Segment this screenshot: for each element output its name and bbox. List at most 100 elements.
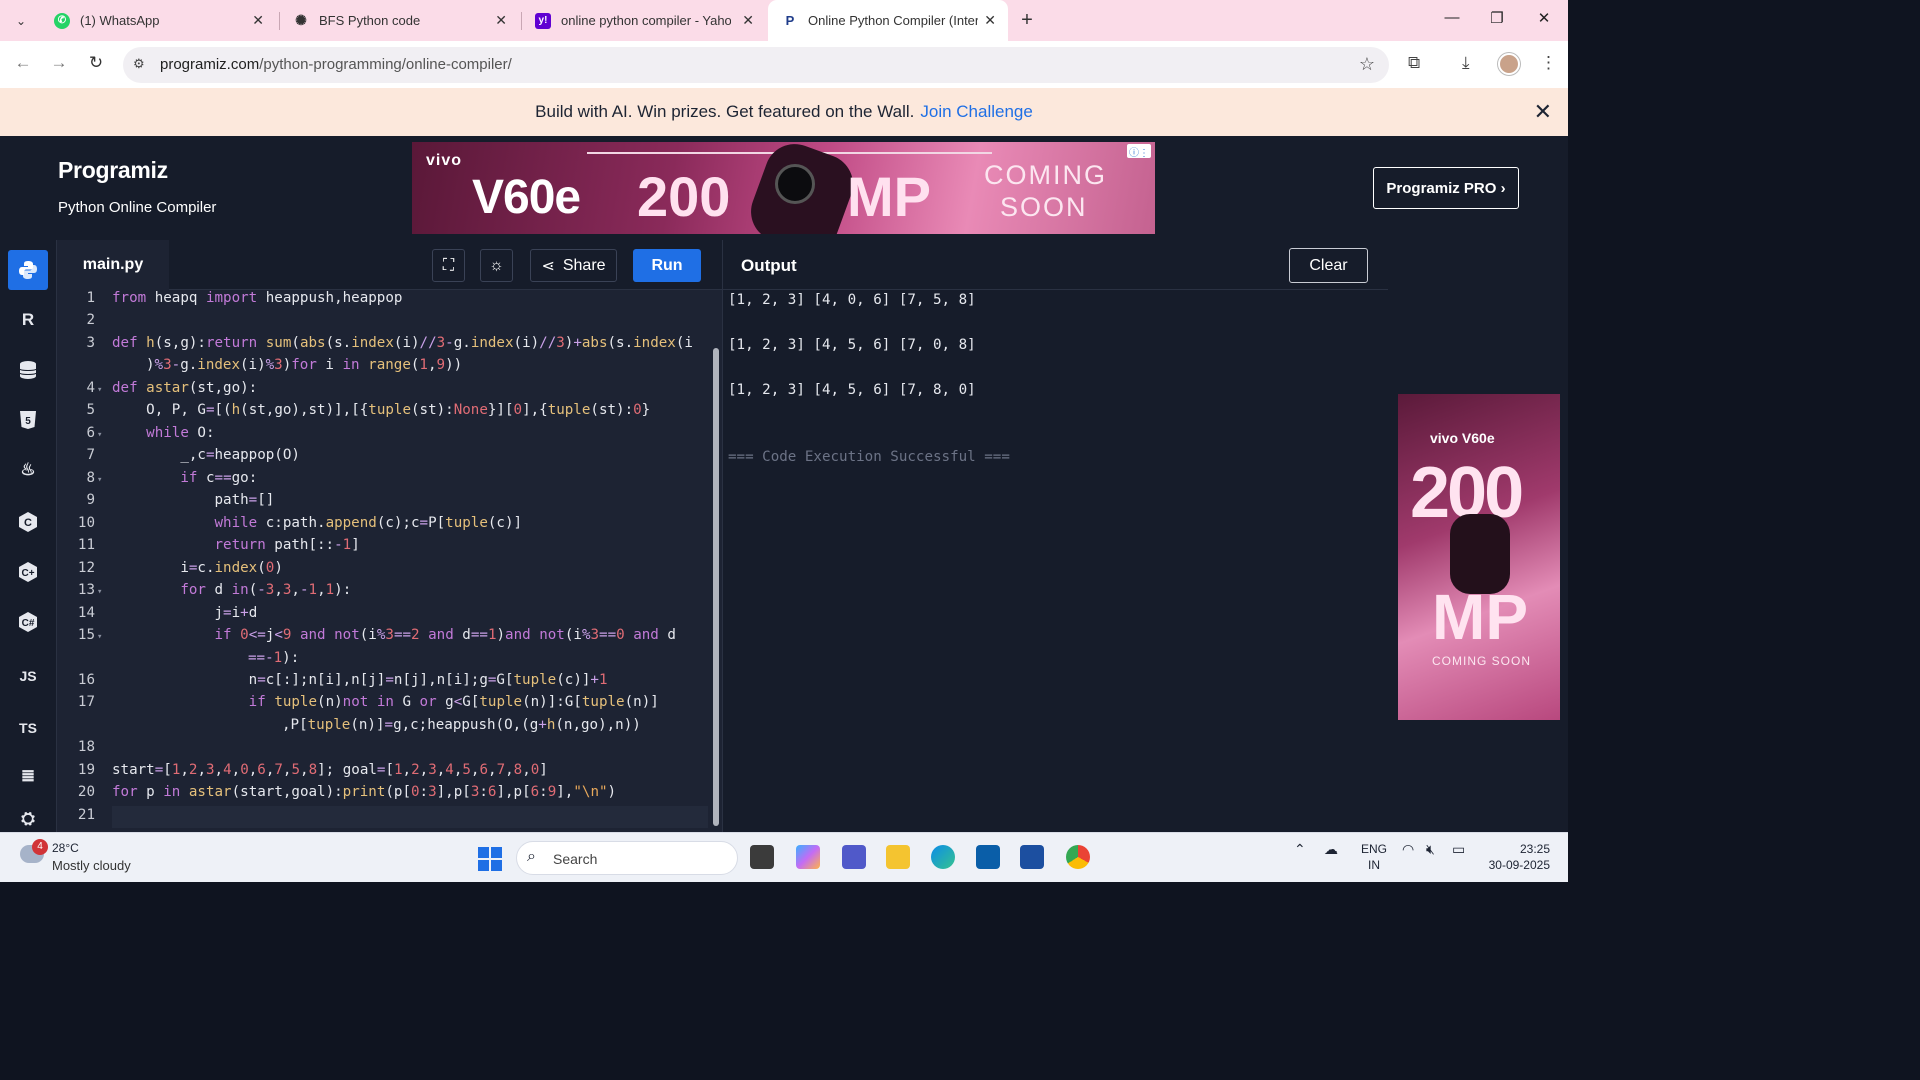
advertisement-banner[interactable]: vivo V60e 200 MP COMING SOON ⓘ⋮	[412, 142, 1155, 234]
svg-text:C: C	[24, 517, 32, 529]
close-tab-icon[interactable]: ✕	[252, 12, 264, 29]
windows-start-icon[interactable]	[478, 847, 502, 871]
r-language-icon[interactable]: R	[8, 300, 48, 340]
tab-whatsapp[interactable]: ✆ (1) WhatsApp ✕	[40, 0, 276, 41]
restore-window-icon[interactable]: ❐	[1485, 9, 1509, 27]
output-line: [1, 2, 3] [4, 5, 6] [7, 8, 0]	[728, 382, 976, 398]
fold-marker-icon[interactable]: ▾	[97, 430, 102, 440]
ad-brand: vivo V60e	[1430, 430, 1495, 446]
share-button[interactable]: ⋖ Share	[530, 249, 617, 282]
tab-label: BFS Python code	[319, 13, 421, 28]
volume-muted-icon[interactable]: 🔇︎	[1426, 841, 1435, 858]
tab-programiz-compiler[interactable]: P Online Python Compiler (Interp ✕	[768, 0, 1008, 41]
rust-language-icon[interactable]: ⛭	[8, 806, 48, 832]
go-language-icon[interactable]: ≣	[8, 756, 48, 796]
minimize-window-icon[interactable]: —	[1440, 9, 1464, 26]
system-clock[interactable]: 23:25 30-09-2025	[1484, 841, 1550, 873]
sql-database-icon[interactable]	[8, 350, 48, 390]
task-view-icon[interactable]	[750, 845, 774, 869]
url-text[interactable]: programiz.com/python-programming/online-…	[160, 56, 512, 73]
run-button[interactable]: Run	[633, 249, 701, 282]
typescript-icon[interactable]: TS	[8, 708, 48, 748]
csharp-language-icon[interactable]: C#	[8, 602, 48, 642]
html5-icon[interactable]: 5	[8, 400, 48, 440]
weather-condition[interactable]: Mostly cloudy	[52, 858, 131, 873]
teams-icon[interactable]	[842, 845, 866, 869]
tab-label: Online Python Compiler (Interp	[808, 13, 978, 28]
edge-icon[interactable]	[931, 845, 955, 869]
ad-coming-soon: COMING SOON	[1432, 654, 1532, 668]
new-tab-button[interactable]: +	[1016, 9, 1038, 31]
c-language-icon[interactable]: C	[8, 502, 48, 542]
file-tab-main-py[interactable]: main.py	[57, 240, 169, 290]
tab-yahoo-search[interactable]: y! online python compiler - Yahoo ✕	[521, 0, 766, 41]
ad-mp: MP	[847, 165, 931, 228]
tab-bfs-python[interactable]: ✺ BFS Python code ✕	[279, 0, 519, 41]
python-icon[interactable]	[8, 250, 48, 290]
taskbar-search[interactable]: ⌕ Search	[516, 841, 738, 875]
tab-label: (1) WhatsApp	[80, 13, 160, 28]
region-code: IN	[1368, 858, 1380, 872]
profile-avatar[interactable]	[1498, 53, 1520, 75]
code-area[interactable]: 1 2 3 4 5 6 7 8 9 10 11 12 13 14 15 16 1…	[57, 290, 722, 832]
file-explorer-icon[interactable]	[886, 845, 910, 869]
line-number: 3	[86, 335, 95, 351]
programiz-logo[interactable]: Programiz	[58, 157, 168, 184]
output-toolbar: Output Clear	[723, 240, 1389, 290]
code-line: n=c[:];n[i],n[j]=n[j],n[i];g=G[tuple(c)]…	[112, 672, 608, 688]
download-icon[interactable]: ⤓	[1462, 53, 1470, 73]
fold-marker-icon[interactable]: ▾	[97, 475, 102, 485]
temperature[interactable]: 28°C	[52, 841, 79, 855]
chatgpt-icon: ✺	[293, 12, 309, 29]
bookmark-star-icon[interactable]: ☆	[1359, 54, 1375, 75]
fold-marker-icon[interactable]: ▾	[97, 587, 102, 597]
code-line: if tuple(n)not in G or g<G[tuple(n)]:G[t…	[248, 694, 659, 710]
javascript-icon[interactable]: JS	[8, 656, 48, 696]
extensions-icon[interactable]: ⧉	[1408, 53, 1420, 73]
browser-menu-icon[interactable]: ⋮	[1540, 53, 1557, 73]
close-tab-icon[interactable]: ✕	[984, 12, 996, 29]
language-indicator[interactable]: ENG IN	[1361, 841, 1387, 873]
tab-search-chevron-icon[interactable]: ⌄	[8, 8, 34, 34]
line-number: 6	[86, 425, 95, 441]
cpp-language-icon[interactable]: C+	[8, 552, 48, 592]
back-arrow-icon[interactable]: ←	[12, 53, 34, 73]
dell-icon[interactable]	[976, 845, 1000, 869]
show-hidden-icons-chevron-icon[interactable]: ⌃	[1294, 841, 1306, 858]
code-line: from heapq import heappush,heappop	[112, 290, 403, 306]
reload-icon[interactable]: ↻	[85, 53, 107, 73]
forward-arrow-icon[interactable]: →	[48, 53, 70, 73]
java-icon[interactable]: ♨	[8, 450, 48, 490]
microsoft-store-icon[interactable]	[1020, 845, 1044, 869]
side-advertisement[interactable]: vivo V60e 200 MP COMING SOON	[1398, 394, 1560, 720]
clear-button[interactable]: Clear	[1289, 248, 1368, 283]
battery-icon[interactable]: ▭	[1452, 841, 1465, 858]
line-number: 5	[86, 402, 95, 418]
close-tab-icon[interactable]: ✕	[742, 12, 754, 29]
programiz-pro-button[interactable]: Programiz PRO ›	[1373, 167, 1519, 209]
line-number: 12	[77, 560, 95, 576]
share-label: Share	[562, 256, 606, 274]
fold-marker-icon[interactable]: ▾	[97, 632, 102, 642]
chrome-icon[interactable]	[1066, 845, 1090, 869]
site-info-icon[interactable]: ⚙	[133, 56, 145, 72]
code-line: j=i+d	[112, 605, 258, 621]
close-window-icon[interactable]: ✕	[1532, 9, 1556, 27]
svg-text:C+: C+	[21, 568, 34, 579]
fold-marker-icon[interactable]: ▾	[97, 385, 102, 395]
address-bar[interactable]: ⚙ programiz.com/python-programming/onlin…	[123, 47, 1389, 83]
editor-scrollbar[interactable]	[713, 348, 719, 826]
code-line: def h(s,g):return sum(abs(s.index(i)//3-…	[112, 335, 693, 351]
line-number: 8	[86, 470, 95, 486]
ad-choices-icon[interactable]: ⓘ⋮	[1127, 144, 1151, 159]
copilot-icon[interactable]	[796, 845, 820, 869]
wifi-icon[interactable]: ◠	[1402, 841, 1414, 858]
fullscreen-icon[interactable]: ⛶	[432, 249, 465, 282]
close-tab-icon[interactable]: ✕	[495, 12, 507, 29]
theme-toggle-sun-icon[interactable]: ☼	[480, 249, 513, 282]
join-challenge-link[interactable]: Join Challenge	[920, 102, 1032, 122]
onedrive-cloud-icon[interactable]: ☁	[1324, 841, 1338, 858]
output-line: [1, 2, 3] [4, 0, 6] [7, 5, 8]	[728, 292, 976, 308]
close-banner-icon[interactable]: ✕	[1534, 99, 1552, 125]
code-line: ,P[tuple(n)]=g,c;heappush(O,(g+h(n,go),n…	[282, 717, 641, 733]
